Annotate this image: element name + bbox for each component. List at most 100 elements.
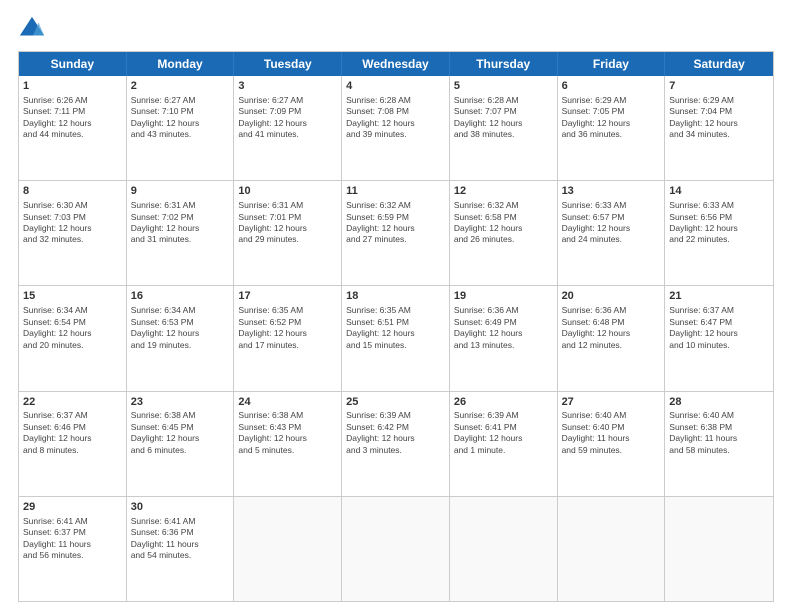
day-number: 21 xyxy=(669,289,769,304)
header-day-friday: Friday xyxy=(558,52,666,76)
calendar-cell: 11Sunrise: 6:32 AMSunset: 6:59 PMDayligh… xyxy=(342,181,450,285)
day-number: 10 xyxy=(238,184,337,199)
calendar-cell: 23Sunrise: 6:38 AMSunset: 6:45 PMDayligh… xyxy=(127,392,235,496)
calendar: SundayMondayTuesdayWednesdayThursdayFrid… xyxy=(18,51,774,602)
header-day-monday: Monday xyxy=(127,52,235,76)
day-number: 15 xyxy=(23,289,122,304)
calendar-cell: 4Sunrise: 6:28 AMSunset: 7:08 PMDaylight… xyxy=(342,76,450,180)
day-info: Sunrise: 6:41 AMSunset: 6:36 PMDaylight:… xyxy=(131,516,230,562)
page: SundayMondayTuesdayWednesdayThursdayFrid… xyxy=(0,0,792,612)
calendar-header: SundayMondayTuesdayWednesdayThursdayFrid… xyxy=(19,52,773,76)
day-info: Sunrise: 6:38 AMSunset: 6:43 PMDaylight:… xyxy=(238,410,337,456)
header-day-thursday: Thursday xyxy=(450,52,558,76)
day-info: Sunrise: 6:40 AMSunset: 6:38 PMDaylight:… xyxy=(669,410,769,456)
day-number: 18 xyxy=(346,289,445,304)
calendar-row-5: 29Sunrise: 6:41 AMSunset: 6:37 PMDayligh… xyxy=(19,496,773,601)
day-info: Sunrise: 6:35 AMSunset: 6:52 PMDaylight:… xyxy=(238,305,337,351)
day-info: Sunrise: 6:26 AMSunset: 7:11 PMDaylight:… xyxy=(23,95,122,141)
day-info: Sunrise: 6:32 AMSunset: 6:59 PMDaylight:… xyxy=(346,200,445,246)
day-info: Sunrise: 6:28 AMSunset: 7:08 PMDaylight:… xyxy=(346,95,445,141)
calendar-cell: 16Sunrise: 6:34 AMSunset: 6:53 PMDayligh… xyxy=(127,286,235,390)
day-info: Sunrise: 6:37 AMSunset: 6:46 PMDaylight:… xyxy=(23,410,122,456)
day-number: 3 xyxy=(238,79,337,94)
day-info: Sunrise: 6:36 AMSunset: 6:49 PMDaylight:… xyxy=(454,305,553,351)
day-info: Sunrise: 6:31 AMSunset: 7:02 PMDaylight:… xyxy=(131,200,230,246)
day-number: 19 xyxy=(454,289,553,304)
day-number: 9 xyxy=(131,184,230,199)
calendar-cell: 30Sunrise: 6:41 AMSunset: 6:36 PMDayligh… xyxy=(127,497,235,601)
calendar-cell xyxy=(665,497,773,601)
calendar-cell: 21Sunrise: 6:37 AMSunset: 6:47 PMDayligh… xyxy=(665,286,773,390)
day-number: 16 xyxy=(131,289,230,304)
day-number: 12 xyxy=(454,184,553,199)
logo xyxy=(18,15,50,43)
header-day-tuesday: Tuesday xyxy=(234,52,342,76)
calendar-cell: 17Sunrise: 6:35 AMSunset: 6:52 PMDayligh… xyxy=(234,286,342,390)
calendar-cell: 12Sunrise: 6:32 AMSunset: 6:58 PMDayligh… xyxy=(450,181,558,285)
day-number: 4 xyxy=(346,79,445,94)
day-info: Sunrise: 6:35 AMSunset: 6:51 PMDaylight:… xyxy=(346,305,445,351)
day-number: 14 xyxy=(669,184,769,199)
day-info: Sunrise: 6:38 AMSunset: 6:45 PMDaylight:… xyxy=(131,410,230,456)
header xyxy=(18,15,774,43)
calendar-cell: 27Sunrise: 6:40 AMSunset: 6:40 PMDayligh… xyxy=(558,392,666,496)
day-number: 17 xyxy=(238,289,337,304)
day-info: Sunrise: 6:33 AMSunset: 6:56 PMDaylight:… xyxy=(669,200,769,246)
day-info: Sunrise: 6:32 AMSunset: 6:58 PMDaylight:… xyxy=(454,200,553,246)
calendar-cell: 24Sunrise: 6:38 AMSunset: 6:43 PMDayligh… xyxy=(234,392,342,496)
day-number: 24 xyxy=(238,395,337,410)
calendar-cell: 5Sunrise: 6:28 AMSunset: 7:07 PMDaylight… xyxy=(450,76,558,180)
day-info: Sunrise: 6:36 AMSunset: 6:48 PMDaylight:… xyxy=(562,305,661,351)
day-number: 7 xyxy=(669,79,769,94)
day-number: 8 xyxy=(23,184,122,199)
day-info: Sunrise: 6:29 AMSunset: 7:05 PMDaylight:… xyxy=(562,95,661,141)
day-number: 5 xyxy=(454,79,553,94)
day-number: 28 xyxy=(669,395,769,410)
calendar-cell xyxy=(450,497,558,601)
day-number: 20 xyxy=(562,289,661,304)
calendar-cell: 25Sunrise: 6:39 AMSunset: 6:42 PMDayligh… xyxy=(342,392,450,496)
calendar-cell: 13Sunrise: 6:33 AMSunset: 6:57 PMDayligh… xyxy=(558,181,666,285)
day-info: Sunrise: 6:37 AMSunset: 6:47 PMDaylight:… xyxy=(669,305,769,351)
day-number: 26 xyxy=(454,395,553,410)
day-info: Sunrise: 6:39 AMSunset: 6:41 PMDaylight:… xyxy=(454,410,553,456)
day-info: Sunrise: 6:34 AMSunset: 6:53 PMDaylight:… xyxy=(131,305,230,351)
day-info: Sunrise: 6:29 AMSunset: 7:04 PMDaylight:… xyxy=(669,95,769,141)
calendar-cell: 19Sunrise: 6:36 AMSunset: 6:49 PMDayligh… xyxy=(450,286,558,390)
calendar-cell: 10Sunrise: 6:31 AMSunset: 7:01 PMDayligh… xyxy=(234,181,342,285)
day-number: 11 xyxy=(346,184,445,199)
calendar-cell: 9Sunrise: 6:31 AMSunset: 7:02 PMDaylight… xyxy=(127,181,235,285)
day-number: 23 xyxy=(131,395,230,410)
day-number: 29 xyxy=(23,500,122,515)
calendar-cell: 3Sunrise: 6:27 AMSunset: 7:09 PMDaylight… xyxy=(234,76,342,180)
header-day-sunday: Sunday xyxy=(19,52,127,76)
calendar-cell: 2Sunrise: 6:27 AMSunset: 7:10 PMDaylight… xyxy=(127,76,235,180)
calendar-cell: 18Sunrise: 6:35 AMSunset: 6:51 PMDayligh… xyxy=(342,286,450,390)
calendar-cell: 6Sunrise: 6:29 AMSunset: 7:05 PMDaylight… xyxy=(558,76,666,180)
calendar-cell: 28Sunrise: 6:40 AMSunset: 6:38 PMDayligh… xyxy=(665,392,773,496)
day-info: Sunrise: 6:27 AMSunset: 7:10 PMDaylight:… xyxy=(131,95,230,141)
calendar-cell: 14Sunrise: 6:33 AMSunset: 6:56 PMDayligh… xyxy=(665,181,773,285)
day-number: 6 xyxy=(562,79,661,94)
day-number: 13 xyxy=(562,184,661,199)
day-info: Sunrise: 6:30 AMSunset: 7:03 PMDaylight:… xyxy=(23,200,122,246)
header-day-saturday: Saturday xyxy=(665,52,773,76)
calendar-cell: 26Sunrise: 6:39 AMSunset: 6:41 PMDayligh… xyxy=(450,392,558,496)
day-info: Sunrise: 6:28 AMSunset: 7:07 PMDaylight:… xyxy=(454,95,553,141)
day-number: 27 xyxy=(562,395,661,410)
calendar-cell xyxy=(234,497,342,601)
day-number: 22 xyxy=(23,395,122,410)
day-info: Sunrise: 6:33 AMSunset: 6:57 PMDaylight:… xyxy=(562,200,661,246)
calendar-cell: 20Sunrise: 6:36 AMSunset: 6:48 PMDayligh… xyxy=(558,286,666,390)
header-day-wednesday: Wednesday xyxy=(342,52,450,76)
day-info: Sunrise: 6:41 AMSunset: 6:37 PMDaylight:… xyxy=(23,516,122,562)
calendar-row-3: 15Sunrise: 6:34 AMSunset: 6:54 PMDayligh… xyxy=(19,285,773,390)
day-number: 30 xyxy=(131,500,230,515)
calendar-cell: 15Sunrise: 6:34 AMSunset: 6:54 PMDayligh… xyxy=(19,286,127,390)
calendar-cell: 29Sunrise: 6:41 AMSunset: 6:37 PMDayligh… xyxy=(19,497,127,601)
calendar-cell xyxy=(558,497,666,601)
calendar-cell: 8Sunrise: 6:30 AMSunset: 7:03 PMDaylight… xyxy=(19,181,127,285)
calendar-cell: 7Sunrise: 6:29 AMSunset: 7:04 PMDaylight… xyxy=(665,76,773,180)
calendar-cell: 1Sunrise: 6:26 AMSunset: 7:11 PMDaylight… xyxy=(19,76,127,180)
day-info: Sunrise: 6:31 AMSunset: 7:01 PMDaylight:… xyxy=(238,200,337,246)
